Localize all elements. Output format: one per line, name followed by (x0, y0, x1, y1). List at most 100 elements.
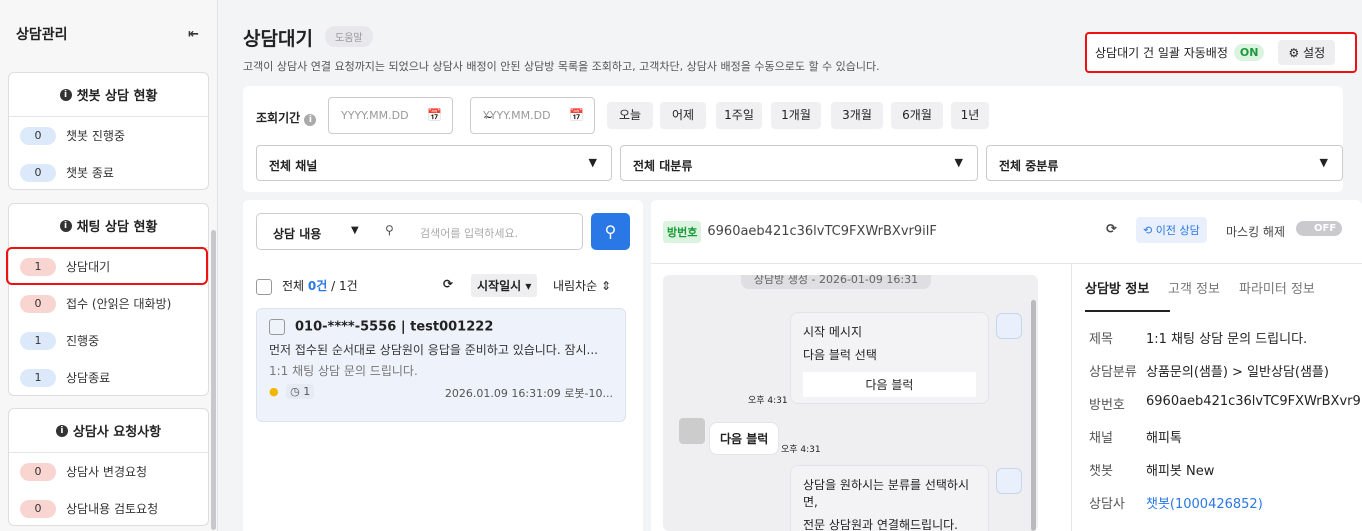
dropdown-arrow-icon: ▼ (1319, 156, 1328, 169)
search-button[interactable]: ⚲ (591, 213, 630, 250)
sidebar-header: 상담관리 ⇤ (0, 0, 217, 68)
sidebar-item-ended[interactable]: 1 상담종료 (9, 359, 208, 396)
item-datetime: 2026.01.09 16:31:09 (444, 387, 561, 400)
list-header: 전체 0건 / 1건 ⟳ 시작일시 ▾ 내림차순 ⇕ (256, 274, 630, 297)
sort-order-toggle[interactable]: 내림차순 ⇕ (553, 277, 611, 294)
next-block-button[interactable]: 다음 블럭 (803, 372, 976, 397)
refresh-icon[interactable]: ⟳ (1106, 222, 1117, 237)
calendar-icon[interactable]: 📅 (569, 108, 584, 122)
info-row: 방번호 6960aeb421c36lvTC9FXWrBXvr9... (1089, 394, 1362, 413)
user-message: 다음 블럭 (709, 422, 780, 455)
sidebar-item-in-progress[interactable]: 1 진행중 (9, 322, 208, 359)
auto-assign-label: 상담대기 건 일괄 자동배정 (1095, 46, 1228, 60)
sidebar-item-label: 챗봇 진행중 (66, 129, 126, 143)
search-type-select[interactable]: 상담 내용 (273, 225, 321, 242)
quick-today[interactable]: 오늘 (607, 102, 653, 129)
timer-badge: ◷ 1 (286, 384, 315, 399)
agent-link[interactable]: 챗봇(1000426852) (1146, 493, 1263, 512)
message-area[interactable]: 상담방 생성 - 2026-01-09 16:31 시작 메시지 다음 블럭 선… (663, 275, 1038, 531)
quick-yesterday[interactable]: 어제 (660, 102, 706, 129)
tab-room-info[interactable]: 상담방 정보 (1085, 278, 1149, 297)
auto-assign-box: 상담대기 건 일괄 자동배정 ON ⚙ 설정 (1085, 32, 1357, 73)
refresh-icon[interactable]: ⟳ (443, 277, 453, 291)
category-select[interactable]: 전체 대분류 ▼ (620, 145, 978, 181)
total-count: / 1건 (331, 279, 358, 293)
highlight-box (6, 247, 208, 285)
sidebar-item-label: 접수 (안읽은 대화방) (66, 297, 172, 311)
search-input[interactable]: 검색어를 입력하세요. (420, 225, 518, 241)
page-description: 고객이 상담사 연결 요청까지는 되었으나 상담사 배정이 안된 상담방 목록을… (243, 60, 880, 73)
sidebar-item-chatbot-active[interactable]: 0 챗봇 진행중 (9, 117, 208, 154)
chat-status-card: i 채팅 상담 현황 1 상담대기 0 접수 (안읽은 대화방) 1 진행중 1 상담종료 (8, 203, 209, 396)
main: 상담대기 도움말 고객이 상담사 연결 요청까지는 되었으나 상담사 배정이 안… (219, 0, 1362, 531)
sort-field-select[interactable]: 시작일시 ▾ (471, 274, 538, 297)
quick-1year[interactable]: 1년 (951, 102, 989, 129)
mask-toggle[interactable]: OFF (1296, 221, 1343, 236)
info-row: 제목 1:1 채팅 상담 문의 드립니다. (1089, 332, 1308, 347)
item-title: 010-****-5556 | test001222 (295, 319, 494, 335)
sidebar: 상담관리 ⇤ i 챗봇 상담 현황 0 챗봇 진행중 0 챗봇 종료 i 채팅 상담 현… (0, 0, 218, 531)
info-row: 채널 해피톡 (1089, 431, 1182, 446)
info-icon: i (59, 219, 72, 232)
info-panel: 상담방 정보 고객 정보 파라미터 정보 제목 1:1 채팅 상담 문의 드립니다… (1071, 264, 1362, 531)
auto-assign-toggle[interactable]: ON (1233, 44, 1265, 61)
settings-button[interactable]: ⚙ 설정 (1278, 40, 1336, 65)
item-preview: 먼저 접수된 순서대로 상담원이 응답을 준비하고 있습니다. 잠시... (269, 343, 599, 357)
message-time: 오후 4:31 (781, 445, 821, 455)
item-checkbox[interactable] (269, 319, 285, 335)
count-badge: 1 (20, 331, 56, 350)
channel-select[interactable]: 전체 채널 ▼ (256, 145, 612, 181)
info-row: 상담분류 상품문의(샘플) > 일반상담(샘플) (1089, 365, 1329, 380)
quick-6month[interactable]: 6개월 (891, 102, 943, 129)
channel-icon: ● (269, 385, 279, 398)
chat-panel: 방번호 6960aeb421c36lvTC9FXWrBXvr9ilF ⟳ ⟲ 이… (651, 200, 1362, 531)
sidebar-scrollbar[interactable] (211, 230, 216, 530)
bot-avatar-icon (996, 468, 1022, 494)
sidebar-item-label: 상담종료 (66, 371, 111, 385)
quick-1week[interactable]: 1주일 (716, 102, 762, 129)
end-date-input[interactable]: YYYY.MM.DD 📅 (470, 97, 595, 134)
bot-message: 상담을 원하시는 분류를 선택하시면, 전문 상담원과 연결해드립니다. (790, 465, 989, 531)
quick-1month[interactable]: 1개월 (771, 102, 821, 129)
tab-customer-info[interactable]: 고객 정보 (1168, 278, 1220, 297)
sidebar-item-label: 상담내용 검토요청 (66, 502, 159, 516)
sidebar-item-label: 챗봇 종료 (66, 166, 114, 180)
info-icon: i (55, 424, 68, 437)
room-id: 6960aeb421c36lvTC9FXWrBXvr9ilF (707, 224, 937, 239)
dropdown-arrow-icon: ▼ (351, 225, 359, 236)
calendar-icon[interactable]: 📅 (427, 108, 442, 122)
room-created-notice: 상담방 생성 - 2026-01-09 16:31 (741, 275, 931, 289)
info-icon: i (304, 114, 317, 126)
gear-icon: ⚙ (1288, 46, 1300, 60)
count-badge: 0 (20, 294, 56, 313)
help-button[interactable]: 도움말 (325, 26, 373, 47)
prev-consult-button[interactable]: ⟲ 이전 상담 (1136, 217, 1207, 243)
sidebar-item-review[interactable]: 0 상담내용 검토요청 (9, 490, 208, 527)
sidebar-item-agent-change[interactable]: 0 상담사 변경요청 (9, 453, 208, 490)
room-header: 방번호 6960aeb421c36lvTC9FXWrBXvr9ilF ⟳ ⟲ 이… (651, 200, 1362, 264)
bot-message: 시작 메시지 다음 블럭 선택 다음 블럭 (790, 312, 989, 404)
tab-parameter-info[interactable]: 파라미터 정보 (1239, 278, 1315, 297)
chat-scrollbar[interactable] (1031, 300, 1036, 531)
dropdown-arrow-icon: ▼ (588, 156, 597, 169)
quick-3month[interactable]: 3개월 (831, 102, 883, 129)
select-all-checkbox[interactable] (256, 278, 272, 295)
count-badge: 0 (20, 126, 56, 145)
sidebar-item-chatbot-ended[interactable]: 0 챗봇 종료 (9, 154, 208, 191)
sidebar-item-label: 상담사 변경요청 (66, 465, 148, 479)
period-label: 조회기간 i (256, 109, 321, 126)
list-item[interactable]: 010-****-5556 | test001222 먼저 접수된 순서대로 상… (256, 308, 626, 422)
card-title: 챗봇 상담 현황 (76, 89, 158, 104)
count-badge: 1 (20, 368, 56, 387)
subcategory-select[interactable]: 전체 중분류 ▼ (986, 145, 1343, 181)
item-subject: 1:1 채팅 상담 문의 드립니다. (269, 364, 418, 378)
sidebar-title: 상담관리 (16, 27, 68, 43)
count-badge: 0 (20, 499, 56, 518)
chatbot-status-card: i 챗봇 상담 현황 0 챗봇 진행중 0 챗봇 종료 (8, 72, 209, 190)
count-badge: 0 (20, 462, 56, 481)
start-date-input[interactable]: YYYY.MM.DD 📅 (328, 97, 453, 134)
sidebar-item-received[interactable]: 0 접수 (안읽은 대화방) (9, 285, 208, 322)
message-time: 오후 4:31 (748, 396, 788, 406)
collapse-left-icon[interactable]: ⇤ (188, 27, 199, 42)
search-icon: ⚲ (604, 222, 617, 241)
